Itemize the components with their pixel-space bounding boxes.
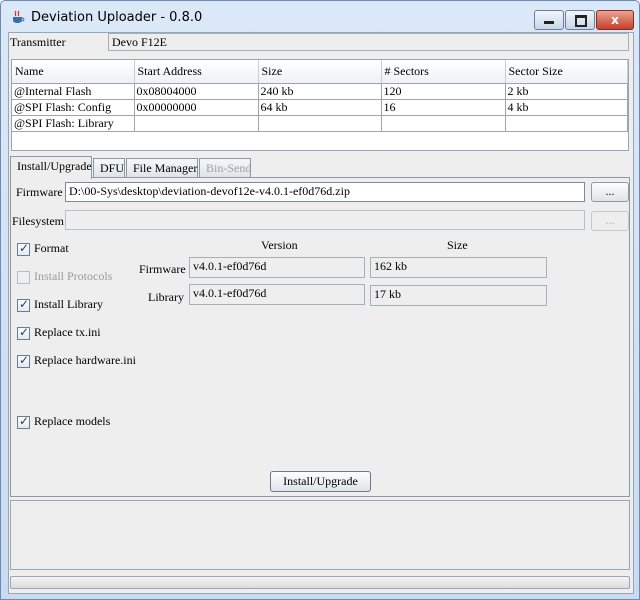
java-cup-icon [13, 10, 25, 23]
log-output-area[interactable] [10, 500, 630, 570]
install-protocols-checkbox-label: Install Protocols [34, 269, 113, 283]
firmware-info-label: Firmware [139, 262, 186, 276]
progress-bar [10, 576, 630, 589]
firmware-size-field: 162 kb [370, 257, 547, 278]
table-cell[interactable]: @SPI Flash: Library [12, 115, 135, 132]
maximize-icon [575, 15, 587, 27]
table-cell[interactable] [258, 115, 382, 132]
title-bar[interactable]: Deviation Uploader - 0.8.0 x [1, 1, 639, 33]
column-header-sectors[interactable]: # Sectors [381, 60, 506, 84]
format-checkbox-label[interactable]: Format [34, 241, 69, 256]
firmware-version-field: v4.0.1-ef0d76d [189, 257, 365, 278]
table-cell[interactable]: 120 [381, 83, 506, 100]
table-cell[interactable]: @SPI Flash: Config [12, 99, 135, 116]
close-button[interactable]: x [596, 10, 634, 30]
version-column-header: Version [261, 238, 298, 252]
maximize-button[interactable] [565, 10, 595, 30]
install-protocols-checkbox [17, 271, 30, 284]
replace-hardware-ini-checkbox[interactable] [17, 353, 30, 368]
replace-tx-ini-checkbox-label[interactable]: Replace tx.ini [34, 325, 101, 340]
tab-file-manager[interactable]: File Manager [126, 158, 198, 178]
column-header-name[interactable]: Name [12, 60, 135, 84]
minimize-icon [544, 21, 554, 24]
table-cell[interactable]: 0x08004000 [134, 83, 259, 100]
close-icon: x [611, 13, 619, 27]
library-size-field: 17 kb [370, 285, 547, 306]
table-cell[interactable] [381, 115, 506, 132]
transmitter-field: Devo F12E [108, 33, 629, 51]
column-header-start-address[interactable]: Start Address [134, 60, 259, 84]
install-upgrade-button[interactable]: Install/Upgrade [270, 471, 371, 492]
memory-table[interactable]: Name Start Address Size # Sectors Sector… [11, 59, 629, 151]
table-cell[interactable]: 4 kb [505, 99, 628, 116]
install-upgrade-panel: Firmware D:\00-Sys\desktop\deviation-dev… [10, 177, 630, 497]
column-header-sector-size[interactable]: Sector Size [505, 60, 628, 84]
table-cell[interactable]: @Internal Flash [12, 83, 135, 100]
install-library-checkbox[interactable] [17, 297, 30, 312]
table-cell[interactable] [505, 115, 628, 132]
table-row[interactable]: @Internal Flash 0x08004000 240 kb 120 2 … [12, 83, 628, 100]
install-library-checkbox-label[interactable]: Install Library [34, 297, 103, 312]
table-cell[interactable]: 240 kb [258, 83, 382, 100]
format-checkbox[interactable] [17, 241, 30, 256]
table-cell[interactable]: 2 kb [505, 83, 628, 100]
transmitter-label: Transmitter [10, 35, 66, 49]
table-cell[interactable]: 16 [381, 99, 506, 116]
replace-models-checkbox-label[interactable]: Replace models [34, 414, 110, 429]
filesystem-path-input [65, 210, 585, 230]
firmware-path-label: Firmware [16, 185, 63, 199]
table-row[interactable]: @SPI Flash: Config 0x00000000 64 kb 16 4… [12, 99, 628, 116]
memory-table-grid[interactable]: Name Start Address Size # Sectors Sector… [12, 60, 628, 132]
firmware-browse-button[interactable]: ... [591, 182, 629, 202]
tab-bin-send: Bin-Send [199, 158, 251, 178]
tab-install-upgrade[interactable]: Install/Upgrade [10, 156, 92, 179]
minimize-button[interactable] [534, 10, 564, 30]
library-version-field: v4.0.1-ef0d76d [189, 284, 365, 305]
tab-dfu[interactable]: DFU [93, 158, 125, 178]
replace-models-checkbox[interactable] [17, 414, 30, 429]
table-cell[interactable]: 0x00000000 [134, 99, 259, 116]
replace-tx-ini-checkbox[interactable] [17, 325, 30, 340]
app-window: Deviation Uploader - 0.8.0 x Transmitter… [0, 0, 640, 600]
firmware-path-input[interactable]: D:\00-Sys\desktop\deviation-devof12e-v4.… [65, 182, 585, 202]
filesystem-path-label: Filesystem [12, 214, 65, 228]
column-header-size[interactable]: Size [258, 60, 382, 84]
library-info-label: Library [148, 290, 184, 304]
table-cell[interactable] [134, 115, 259, 132]
window-title: Deviation Uploader - 0.8.0 [31, 10, 203, 25]
main-panel: Transmitter Devo F12E Name Start Address… [8, 32, 634, 594]
table-cell[interactable]: 64 kb [258, 99, 382, 116]
table-header-row: Name Start Address Size # Sectors Sector… [12, 60, 628, 84]
table-row[interactable]: @SPI Flash: Library [12, 115, 628, 132]
size-column-header: Size [447, 238, 468, 252]
filesystem-browse-button: ... [591, 211, 629, 231]
replace-hardware-ini-checkbox-label[interactable]: Replace hardware.ini [34, 353, 136, 368]
